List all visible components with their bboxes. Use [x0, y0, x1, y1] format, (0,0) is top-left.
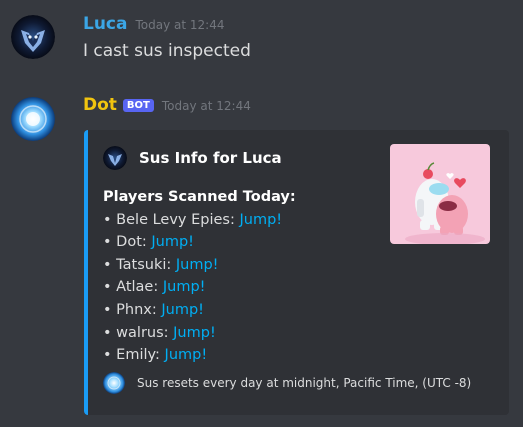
username-luca[interactable]: Luca [83, 14, 127, 34]
author-mask-icon [103, 146, 127, 170]
player-row: • Dot: Jump! [103, 231, 296, 254]
player-name: Atlae: [116, 279, 159, 296]
player-name: walrus: [116, 324, 169, 341]
message-timestamp: Today at 12:44 [135, 18, 225, 32]
player-row: • Bele Levy Epies: Jump! [103, 209, 296, 232]
bullet: • [103, 256, 112, 273]
bullet: • [103, 347, 112, 364]
bullet: • [103, 211, 112, 228]
jump-link[interactable]: Jump! [176, 257, 219, 273]
orb-icon [103, 372, 125, 394]
embed-card: Sus Info for Luca Players Scanned Today:… [84, 130, 509, 415]
bullet: • [103, 279, 112, 296]
embed-author-name: Sus Info for Luca [139, 149, 282, 167]
jump-link[interactable]: Jump! [165, 347, 208, 363]
embed-thumbnail-image[interactable] [390, 144, 490, 244]
user-avatar-dot[interactable] [11, 97, 55, 141]
player-row: • Tatsuki: Jump! [103, 254, 296, 277]
chat-area: Luca Today at 12:44 I cast sus inspected [0, 0, 523, 427]
player-row: • walrus: Jump! [103, 322, 296, 345]
player-name: Dot: [116, 234, 147, 251]
jump-link[interactable]: Jump! [239, 212, 282, 228]
jump-link[interactable]: Jump! [161, 302, 204, 318]
bullet: • [103, 301, 112, 318]
footer-text: Sus resets every day at midnight, Pacifi… [137, 376, 472, 390]
bot-badge: BOT [122, 99, 154, 112]
message-header: Luca Today at 12:44 [83, 14, 224, 34]
message-text: I cast sus inspected [83, 41, 251, 61]
user-avatar-luca[interactable] [11, 15, 55, 59]
player-row: • Phnx: Jump! [103, 299, 296, 322]
player-row: • Emily: Jump! [103, 344, 296, 367]
embed-field: Players Scanned Today: • Bele Levy Epies… [103, 186, 296, 367]
jump-link[interactable]: Jump! [173, 325, 216, 341]
message-luca: Luca Today at 12:44 I cast sus inspected [0, 0, 523, 82]
embed-footer: Sus resets every day at midnight, Pacifi… [103, 372, 471, 394]
player-row: • Atlae: Jump! [103, 276, 296, 299]
embed-author: Sus Info for Luca [103, 146, 282, 170]
jump-link[interactable]: Jump! [151, 234, 194, 250]
message-dot: Dot BOT Today at 12:44 Sus Info for Luca… [0, 90, 523, 427]
player-name: Tatsuki: [116, 256, 172, 273]
jump-link[interactable]: Jump! [163, 279, 206, 295]
message-header: Dot BOT Today at 12:44 [83, 95, 251, 115]
bullet: • [103, 234, 112, 251]
bullet: • [103, 324, 112, 341]
player-name: Emily: [116, 347, 160, 364]
message-timestamp: Today at 12:44 [161, 99, 251, 113]
player-name: Phnx: [116, 301, 157, 318]
player-name: Bele Levy Epies: [116, 211, 235, 228]
username-dot[interactable]: Dot [83, 95, 117, 115]
field-title: Players Scanned Today: [103, 189, 296, 205]
